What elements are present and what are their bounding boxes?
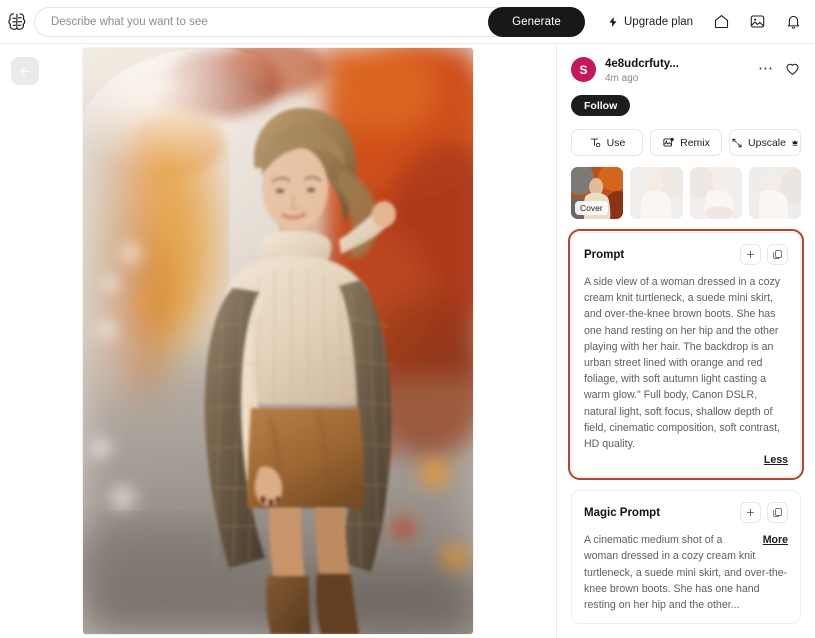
gallery-button[interactable] (743, 8, 771, 36)
thumbnail-item[interactable] (689, 167, 742, 219)
use-button[interactable]: Use (571, 129, 643, 156)
cover-badge: Cover (575, 201, 608, 215)
upgrade-plan-button[interactable]: Upgrade plan (601, 11, 699, 33)
author-timestamp: 4m ago (605, 73, 639, 84)
lightning-bolt-icon (609, 16, 617, 27)
magic-prompt-toggle-more[interactable]: More (763, 532, 788, 548)
copy-icon (773, 250, 782, 259)
main-image-render (83, 48, 473, 634)
thumbnail-image (689, 167, 742, 219)
image-remix-icon (663, 137, 674, 147)
plus-icon (746, 250, 755, 259)
author-row: S 4e8udcrfuty... 4m ago ⋯ (571, 44, 801, 86)
prompt-search-area: Generate (34, 6, 585, 37)
magic-prompt-card-actions (740, 502, 788, 524)
generate-button[interactable]: Generate (488, 6, 585, 37)
more-options-button[interactable]: ⋯ (758, 61, 774, 76)
detail-panel: S 4e8udcrfuty... 4m ago ⋯ Follow Use Rem… (556, 44, 815, 638)
back-button[interactable] (11, 57, 39, 85)
remix-label: Remix (680, 136, 710, 149)
copy-icon (773, 508, 782, 517)
magic-prompt-title: Magic Prompt (584, 506, 661, 519)
variant-thumbnail-strip: Cover (571, 167, 801, 219)
notifications-button[interactable] (779, 8, 807, 36)
follow-button[interactable]: Follow (571, 95, 631, 116)
image-icon (750, 15, 764, 28)
upgrade-plan-label: Upgrade plan (624, 15, 694, 28)
bell-icon (787, 15, 799, 29)
home-icon (714, 15, 728, 29)
prompt-text: A side view of a woman dressed in a cozy… (584, 276, 781, 451)
prompt-card: Prompt A side view of a woman dressed in… (568, 228, 804, 481)
magic-prompt-body: More A cinematic medium shot of a woman … (584, 532, 788, 613)
crown-icon (792, 139, 798, 146)
thumbnail-item[interactable]: Cover (571, 167, 624, 219)
home-button[interactable] (707, 8, 735, 36)
prompt-card-actions (740, 244, 788, 265)
brain-logo-icon (7, 13, 25, 30)
use-label: Use (606, 136, 626, 149)
magic-prompt-text: A cinematic medium shot of a woman dress… (584, 534, 788, 612)
image-stage (0, 44, 556, 638)
thumbnail-item[interactable] (630, 167, 683, 219)
author-name[interactable]: 4e8udcrfuty... (605, 57, 758, 71)
prompt-toggle-less[interactable]: Less (584, 454, 788, 466)
image-action-row: Use Remix Upscale (571, 129, 801, 156)
upscale-label: Upscale (748, 136, 786, 149)
heart-icon[interactable] (784, 60, 801, 77)
upscale-button[interactable]: Upscale (729, 129, 801, 156)
thumbnail-image (630, 167, 683, 219)
prompt-title: Prompt (584, 248, 625, 261)
thumbnail-image (748, 167, 801, 219)
avatar[interactable]: S (571, 57, 596, 82)
main-image[interactable] (83, 48, 473, 634)
prompt-card-header: Prompt (584, 244, 788, 265)
magic-prompt-card: Magic Prompt More A cinematic medium sho… (571, 490, 801, 625)
magic-prompt-card-header: Magic Prompt (584, 502, 788, 524)
top-bar-actions: Upgrade plan (601, 8, 815, 36)
prompt-copy-button[interactable] (767, 244, 788, 265)
author-actions: ⋯ (758, 57, 801, 77)
arrow-left-icon (19, 66, 30, 76)
magic-prompt-copy-button[interactable] (767, 502, 788, 524)
magic-prompt-add-button[interactable] (740, 502, 761, 524)
plus-icon (746, 509, 755, 517)
prompt-add-button[interactable] (740, 244, 761, 265)
text-tool-icon (590, 138, 600, 148)
thumbnail-item[interactable] (748, 167, 801, 219)
top-bar: Generate Upgrade plan (0, 0, 815, 44)
remix-button[interactable]: Remix (650, 129, 722, 156)
expand-icon (732, 138, 742, 147)
app-logo[interactable] (0, 0, 34, 44)
author-meta: 4e8udcrfuty... 4m ago (605, 57, 758, 86)
